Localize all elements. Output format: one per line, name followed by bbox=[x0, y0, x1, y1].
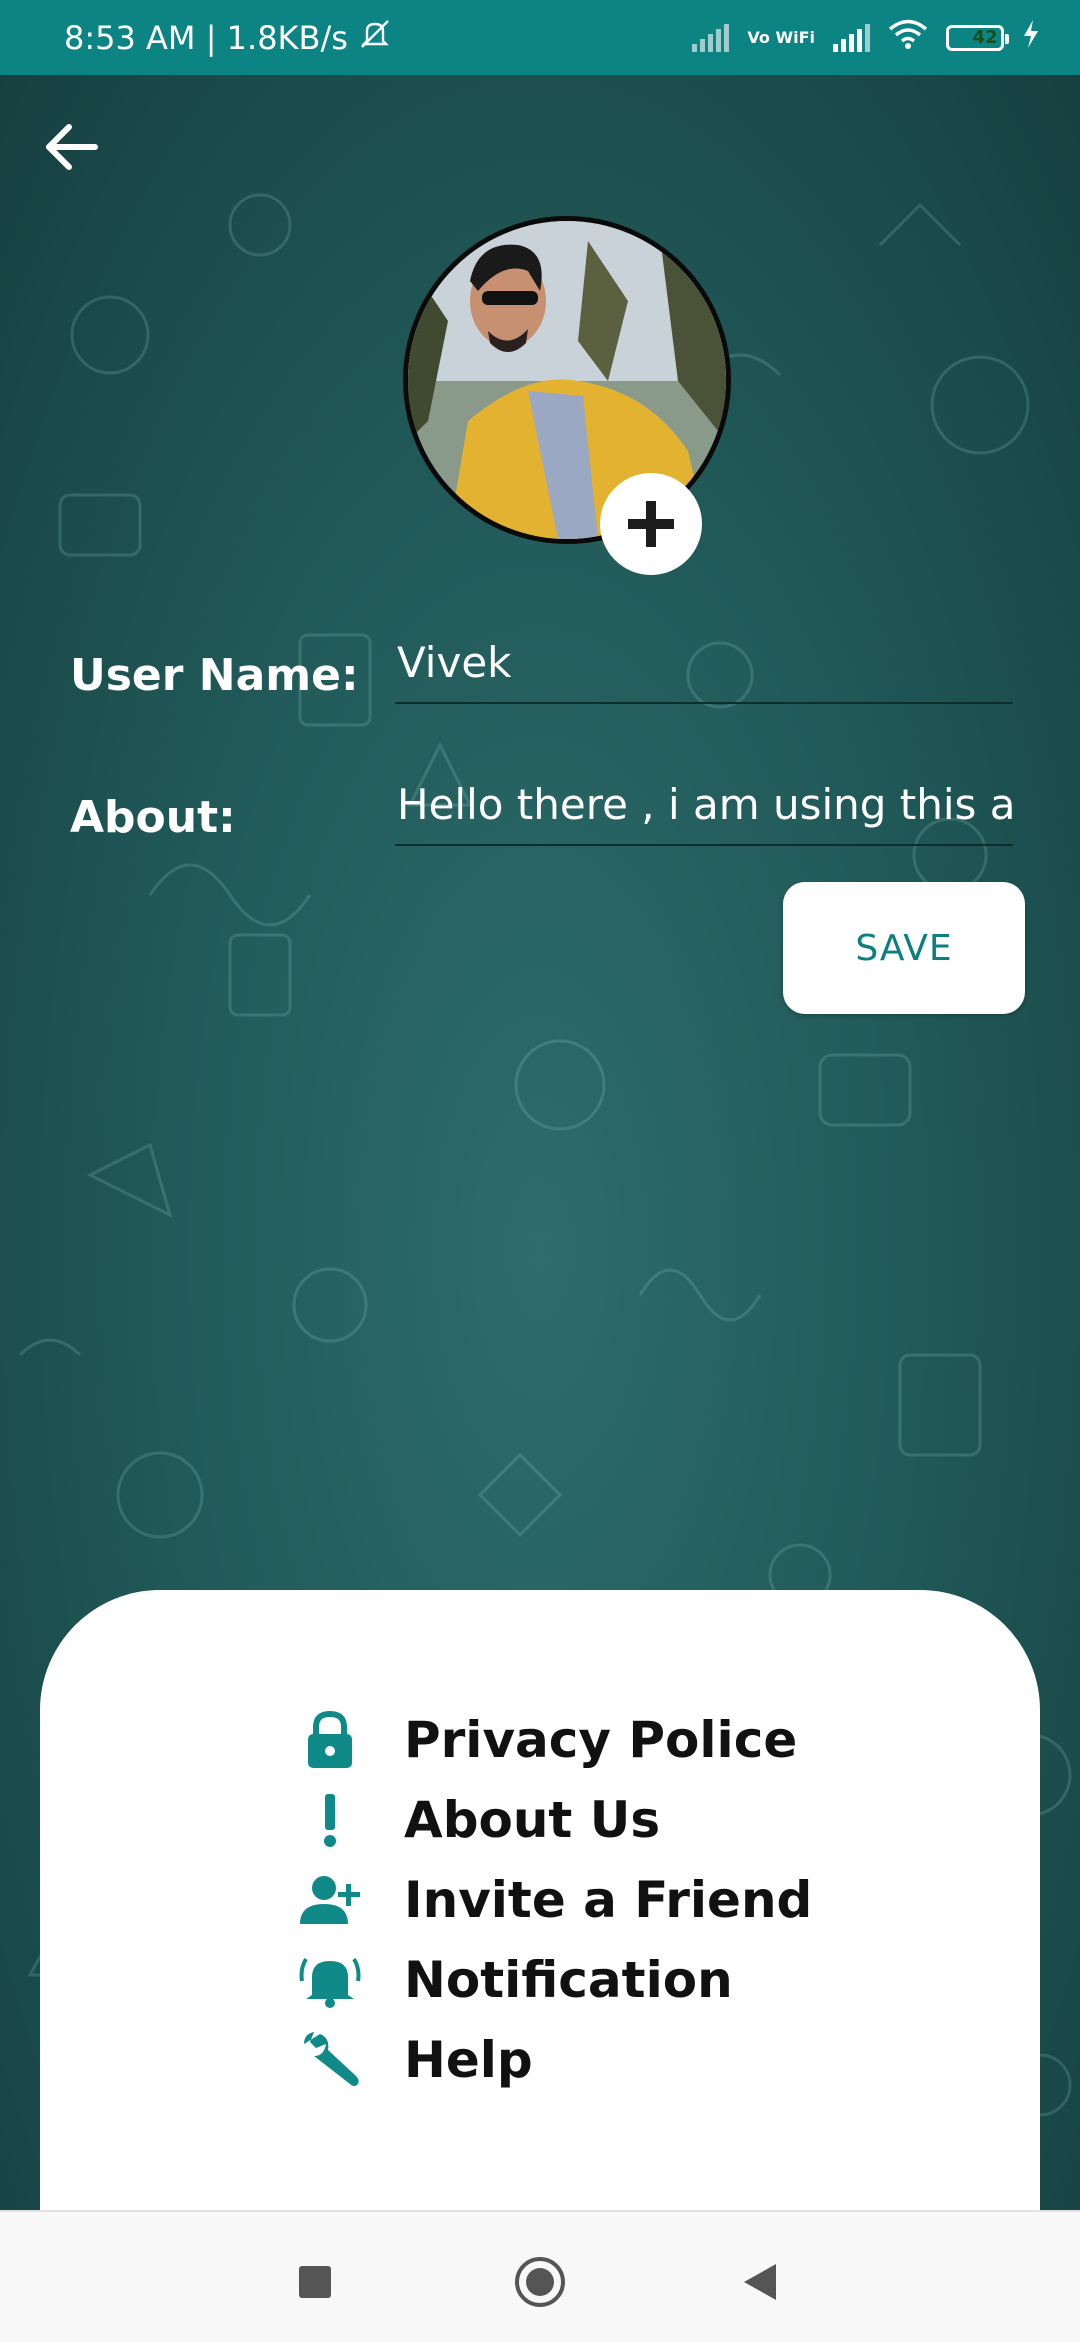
back-triangle-icon bbox=[744, 2264, 776, 2300]
menu-item-about-us[interactable]: About Us bbox=[290, 1785, 660, 1855]
system-navigation-bar bbox=[0, 2210, 1080, 2342]
username-label: User Name: bbox=[70, 650, 359, 701]
menu-label-privacy-police: Privacy Police bbox=[404, 1711, 798, 1769]
save-button[interactable]: SAVE bbox=[783, 882, 1025, 1014]
home-circle-icon bbox=[515, 2257, 565, 2307]
vowifi-icon: Vo WiFi bbox=[747, 27, 815, 47]
username-field[interactable]: Vivek bbox=[395, 638, 1013, 704]
menu-item-privacy-police[interactable]: Privacy Police bbox=[290, 1705, 797, 1775]
menu-label-invite-friend: Invite a Friend bbox=[404, 1871, 813, 1929]
add-photo-button[interactable] bbox=[600, 473, 702, 575]
mute-icon bbox=[358, 19, 392, 57]
battery-level: 42 bbox=[972, 27, 998, 48]
status-time-speed: 8:53 AM | 1.8KB/s bbox=[64, 18, 348, 57]
menu-label-help: Help bbox=[404, 2031, 533, 2089]
lock-icon bbox=[290, 1705, 370, 1775]
charging-icon bbox=[1022, 19, 1040, 57]
person-add-icon bbox=[290, 1865, 370, 1935]
menu-label-notification: Notification bbox=[404, 1951, 733, 2009]
status-right: Vo WiFi 42 bbox=[692, 18, 1040, 58]
about-field[interactable]: Hello there , i am using this a bbox=[395, 780, 1013, 846]
settings-menu-card: Privacy Police About Us Invite a Friend bbox=[40, 1590, 1040, 2210]
back-button[interactable] bbox=[36, 112, 106, 182]
wifi-icon bbox=[888, 18, 928, 58]
bell-icon bbox=[290, 1945, 370, 2015]
exclamation-icon bbox=[290, 1785, 370, 1855]
menu-item-invite-friend[interactable]: Invite a Friend bbox=[290, 1865, 812, 1935]
wrench-icon bbox=[290, 2025, 370, 2095]
arrow-left-icon bbox=[46, 124, 98, 170]
plus-icon bbox=[628, 501, 674, 547]
menu-label-about-us: About Us bbox=[404, 1791, 661, 1849]
home-button[interactable] bbox=[500, 2242, 580, 2322]
signal-icon bbox=[692, 23, 730, 52]
signal-icon-2 bbox=[833, 23, 870, 52]
back-nav-button[interactable] bbox=[720, 2242, 800, 2322]
recents-square-icon bbox=[299, 2266, 331, 2298]
status-bar: 8:53 AM | 1.8KB/s Vo WiFi 42 bbox=[0, 0, 1080, 75]
battery-icon: 42 bbox=[946, 24, 1009, 51]
menu-item-help[interactable]: Help bbox=[290, 2025, 533, 2095]
recents-button[interactable] bbox=[275, 2242, 355, 2322]
status-left: 8:53 AM | 1.8KB/s bbox=[64, 19, 392, 57]
about-label: About: bbox=[70, 792, 236, 843]
menu-item-notification[interactable]: Notification bbox=[290, 1945, 733, 2015]
